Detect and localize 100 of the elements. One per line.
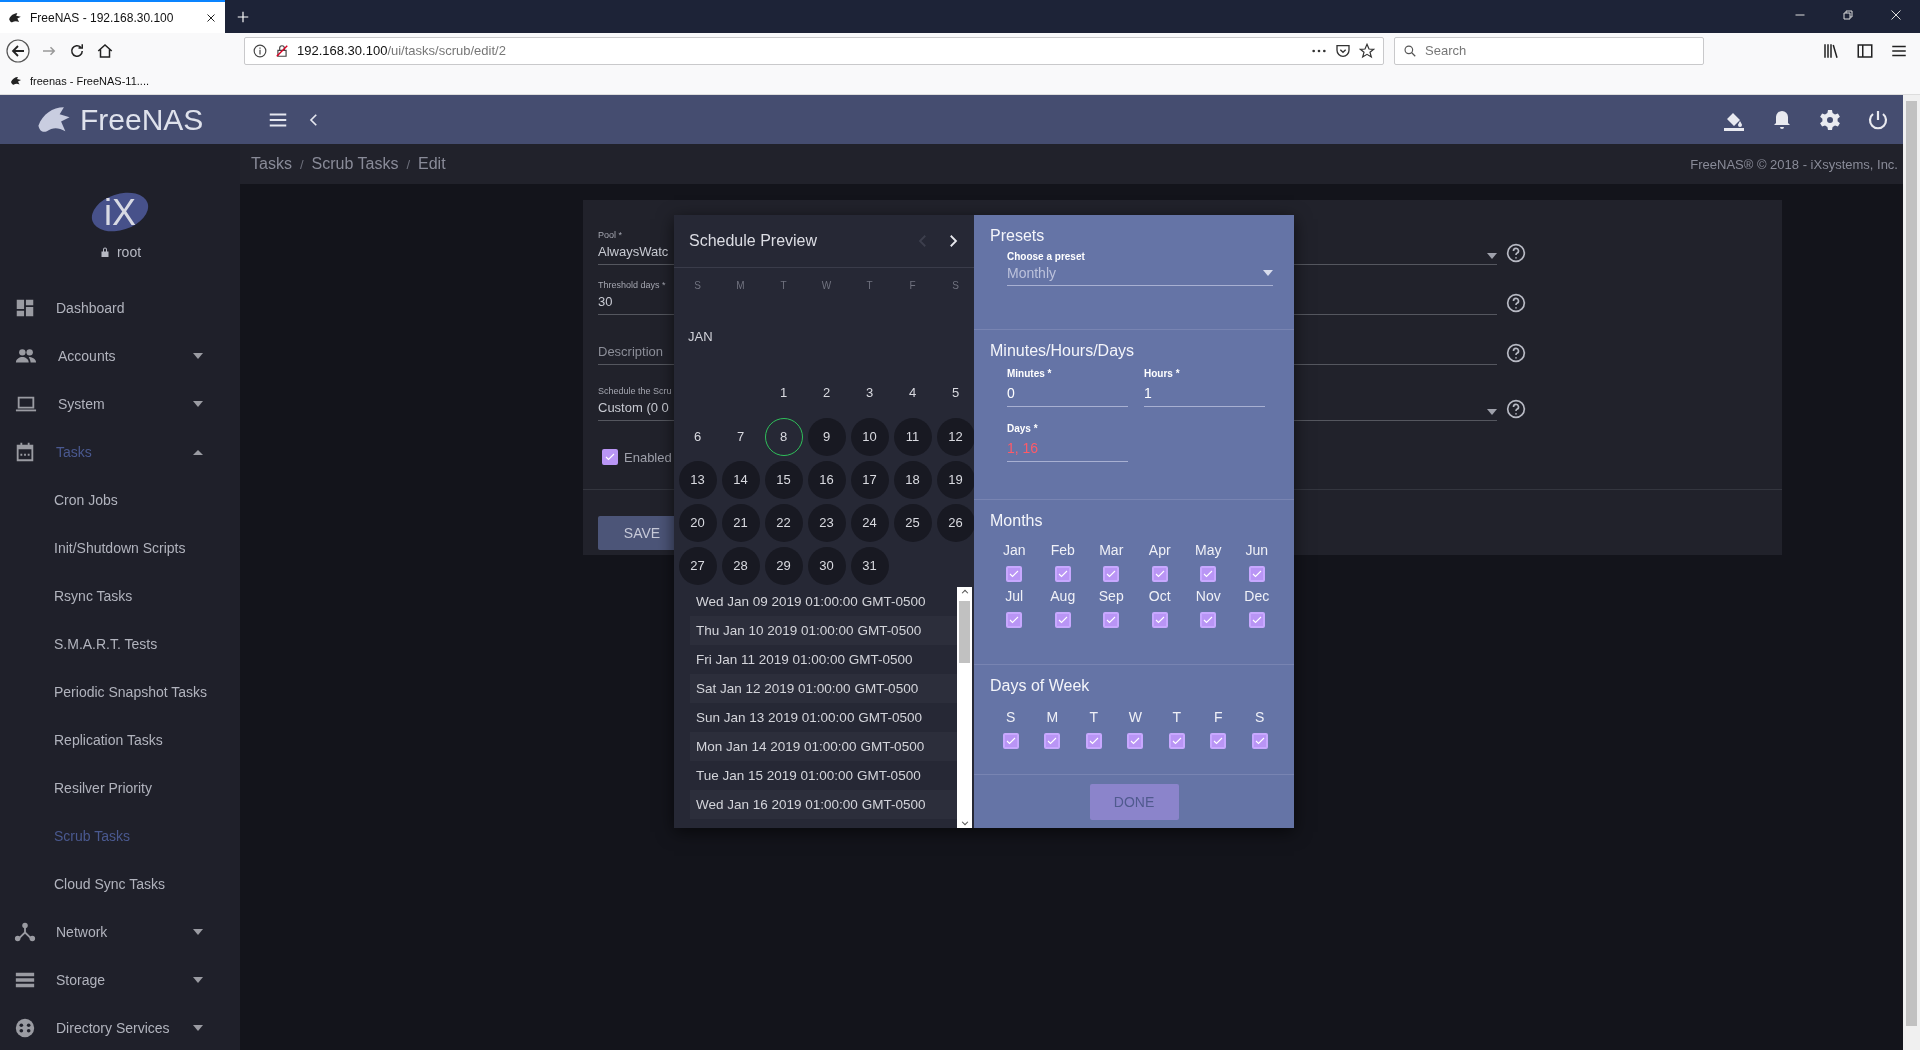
calendar-day[interactable]: 30 — [807, 546, 846, 585]
calendar-day[interactable]: 7 — [721, 417, 760, 456]
caret-down-icon[interactable] — [1263, 270, 1273, 276]
caret-up-icon[interactable] — [192, 448, 204, 456]
checkbox[interactable] — [1006, 566, 1023, 582]
sidebar-item[interactable]: System — [58, 396, 192, 412]
caret-down-icon[interactable] — [192, 400, 204, 408]
sidebar-item[interactable]: S.M.A.R.T. Tests — [54, 636, 224, 652]
sidebar-item[interactable]: Dashboard — [56, 300, 224, 316]
calendar-day[interactable]: 2 — [807, 373, 846, 412]
caret-down-icon[interactable] — [192, 1024, 204, 1032]
calendar-day[interactable]: 10 — [850, 417, 889, 456]
sidebar-item[interactable]: Storage — [56, 972, 192, 988]
caret-down-icon[interactable] — [192, 928, 204, 936]
caret-down-icon[interactable] — [1487, 253, 1497, 259]
checkbox[interactable] — [1210, 733, 1227, 749]
scrollbar-thumb[interactable] — [1906, 101, 1917, 1026]
checkbox[interactable] — [1200, 612, 1217, 628]
sidebar-item[interactable]: Network — [56, 924, 192, 940]
calendar-day[interactable]: 24 — [850, 503, 889, 542]
settings-icon[interactable] — [1818, 107, 1842, 132]
caret-down-icon[interactable] — [1487, 409, 1497, 415]
checkbox[interactable] — [1251, 733, 1268, 749]
calendar-day[interactable]: 18 — [893, 460, 932, 499]
calendar-day[interactable]: 11 — [893, 417, 932, 456]
plus-icon[interactable] — [236, 9, 250, 24]
sidebar-item[interactable]: Directory Services — [56, 1020, 192, 1036]
calendar-day[interactable]: 17 — [850, 460, 889, 499]
sidebar-item[interactable]: Accounts — [58, 348, 192, 364]
caret-down-icon[interactable] — [192, 352, 204, 360]
calendar-day[interactable]: 3 — [850, 373, 889, 412]
sidebar-item[interactable]: Replication Tasks — [54, 732, 224, 748]
checkbox[interactable] — [1248, 612, 1265, 628]
checkbox[interactable] — [1151, 566, 1168, 582]
home-icon[interactable] — [96, 41, 114, 60]
checkbox[interactable] — [1002, 733, 1019, 749]
browser-tab[interactable]: FreeNAS - 192.168.30.100 — [0, 0, 225, 33]
calendar-day[interactable]: 13 — [678, 460, 717, 499]
checkbox[interactable] — [1054, 612, 1071, 628]
help-icon[interactable] — [1506, 399, 1526, 419]
checkbox[interactable] — [1103, 566, 1120, 582]
back-icon[interactable] — [6, 38, 30, 63]
input-field[interactable]: 0 — [1007, 381, 1128, 407]
sidebar-item[interactable]: Rsync Tasks — [54, 588, 224, 604]
shark-icon[interactable] — [8, 10, 22, 25]
scroll-up-icon[interactable] — [959, 587, 970, 597]
checkbox[interactable] — [1248, 566, 1265, 582]
checkbox[interactable] — [1103, 612, 1120, 628]
calendar-day[interactable]: 27 — [678, 546, 717, 585]
sidebar-item[interactable]: Resilver Priority — [54, 780, 224, 796]
calendar-day[interactable]: 9 — [807, 417, 846, 456]
caret-down-icon[interactable] — [192, 976, 204, 984]
calendar-day[interactable]: 22 — [764, 503, 803, 542]
sidebar-item[interactable]: Init/Shutdown Scripts — [54, 540, 224, 556]
close-icon[interactable] — [205, 11, 217, 24]
library-icon[interactable] — [1822, 41, 1840, 60]
address-bar[interactable]: 192.168.30.100/ui/tasks/scrub/edit/2 — [244, 36, 1384, 65]
calendar-day[interactable]: 6 — [678, 417, 717, 456]
star-icon[interactable] — [1359, 42, 1375, 59]
calendar-day[interactable]: 25 — [893, 503, 932, 542]
calendar-day[interactable]: 15 — [764, 460, 803, 499]
calendar-day[interactable]: 28 — [721, 546, 760, 585]
pocket-icon[interactable] — [1335, 42, 1351, 59]
calendar-day[interactable]: 20 — [678, 503, 717, 542]
help-icon[interactable] — [1506, 293, 1526, 313]
calendar-day[interactable]: 21 — [721, 503, 760, 542]
checkbox[interactable] — [1200, 566, 1217, 582]
checkbox[interactable] — [1168, 733, 1185, 749]
checkbox[interactable] — [1151, 612, 1168, 628]
sidebar-icon[interactable] — [1856, 41, 1874, 60]
bookmark-link[interactable]: freenas - FreeNAS-11.... — [30, 75, 149, 87]
sidebar-item[interactable]: Periodic Snapshot Tasks — [54, 684, 224, 700]
checkbox[interactable] — [1085, 733, 1102, 749]
restore-icon[interactable] — [1842, 9, 1854, 21]
search-input[interactable]: Search — [1425, 37, 1695, 64]
calendar-day[interactable]: 12 — [936, 417, 975, 456]
sidebar-item[interactable]: Cron Jobs — [54, 492, 224, 508]
breadcrumb-link[interactable]: Tasks — [251, 155, 292, 173]
calendar-day[interactable]: 26 — [936, 503, 975, 542]
checkbox[interactable] — [1054, 566, 1071, 582]
search-field[interactable]: Search — [1394, 36, 1704, 65]
calendar-day[interactable]: 31 — [850, 546, 889, 585]
calendar-day[interactable]: 4 — [893, 373, 932, 412]
calendar-day[interactable]: 16 — [807, 460, 846, 499]
calendar-day[interactable]: 1 — [764, 373, 803, 412]
help-icon[interactable] — [1506, 243, 1526, 263]
scroll-down-icon[interactable] — [959, 818, 970, 828]
calendar-day[interactable]: 29 — [764, 546, 803, 585]
calendar-day[interactable]: 19 — [936, 460, 975, 499]
breadcrumb-link[interactable]: Scrub Tasks — [311, 155, 399, 173]
checkbox[interactable] — [1044, 733, 1061, 749]
checkbox[interactable] — [1006, 612, 1023, 628]
calendar-day[interactable]: 23 — [807, 503, 846, 542]
input-field[interactable]: 1 — [1144, 381, 1265, 407]
checkbox[interactable] — [602, 449, 618, 465]
scrollbar-thumb[interactable] — [959, 601, 970, 663]
calendar-day[interactable]: 5 — [936, 373, 975, 412]
sidebar-item[interactable]: Cloud Sync Tasks — [54, 876, 224, 892]
reload-icon[interactable] — [68, 41, 86, 60]
close-icon[interactable] — [1890, 9, 1902, 21]
